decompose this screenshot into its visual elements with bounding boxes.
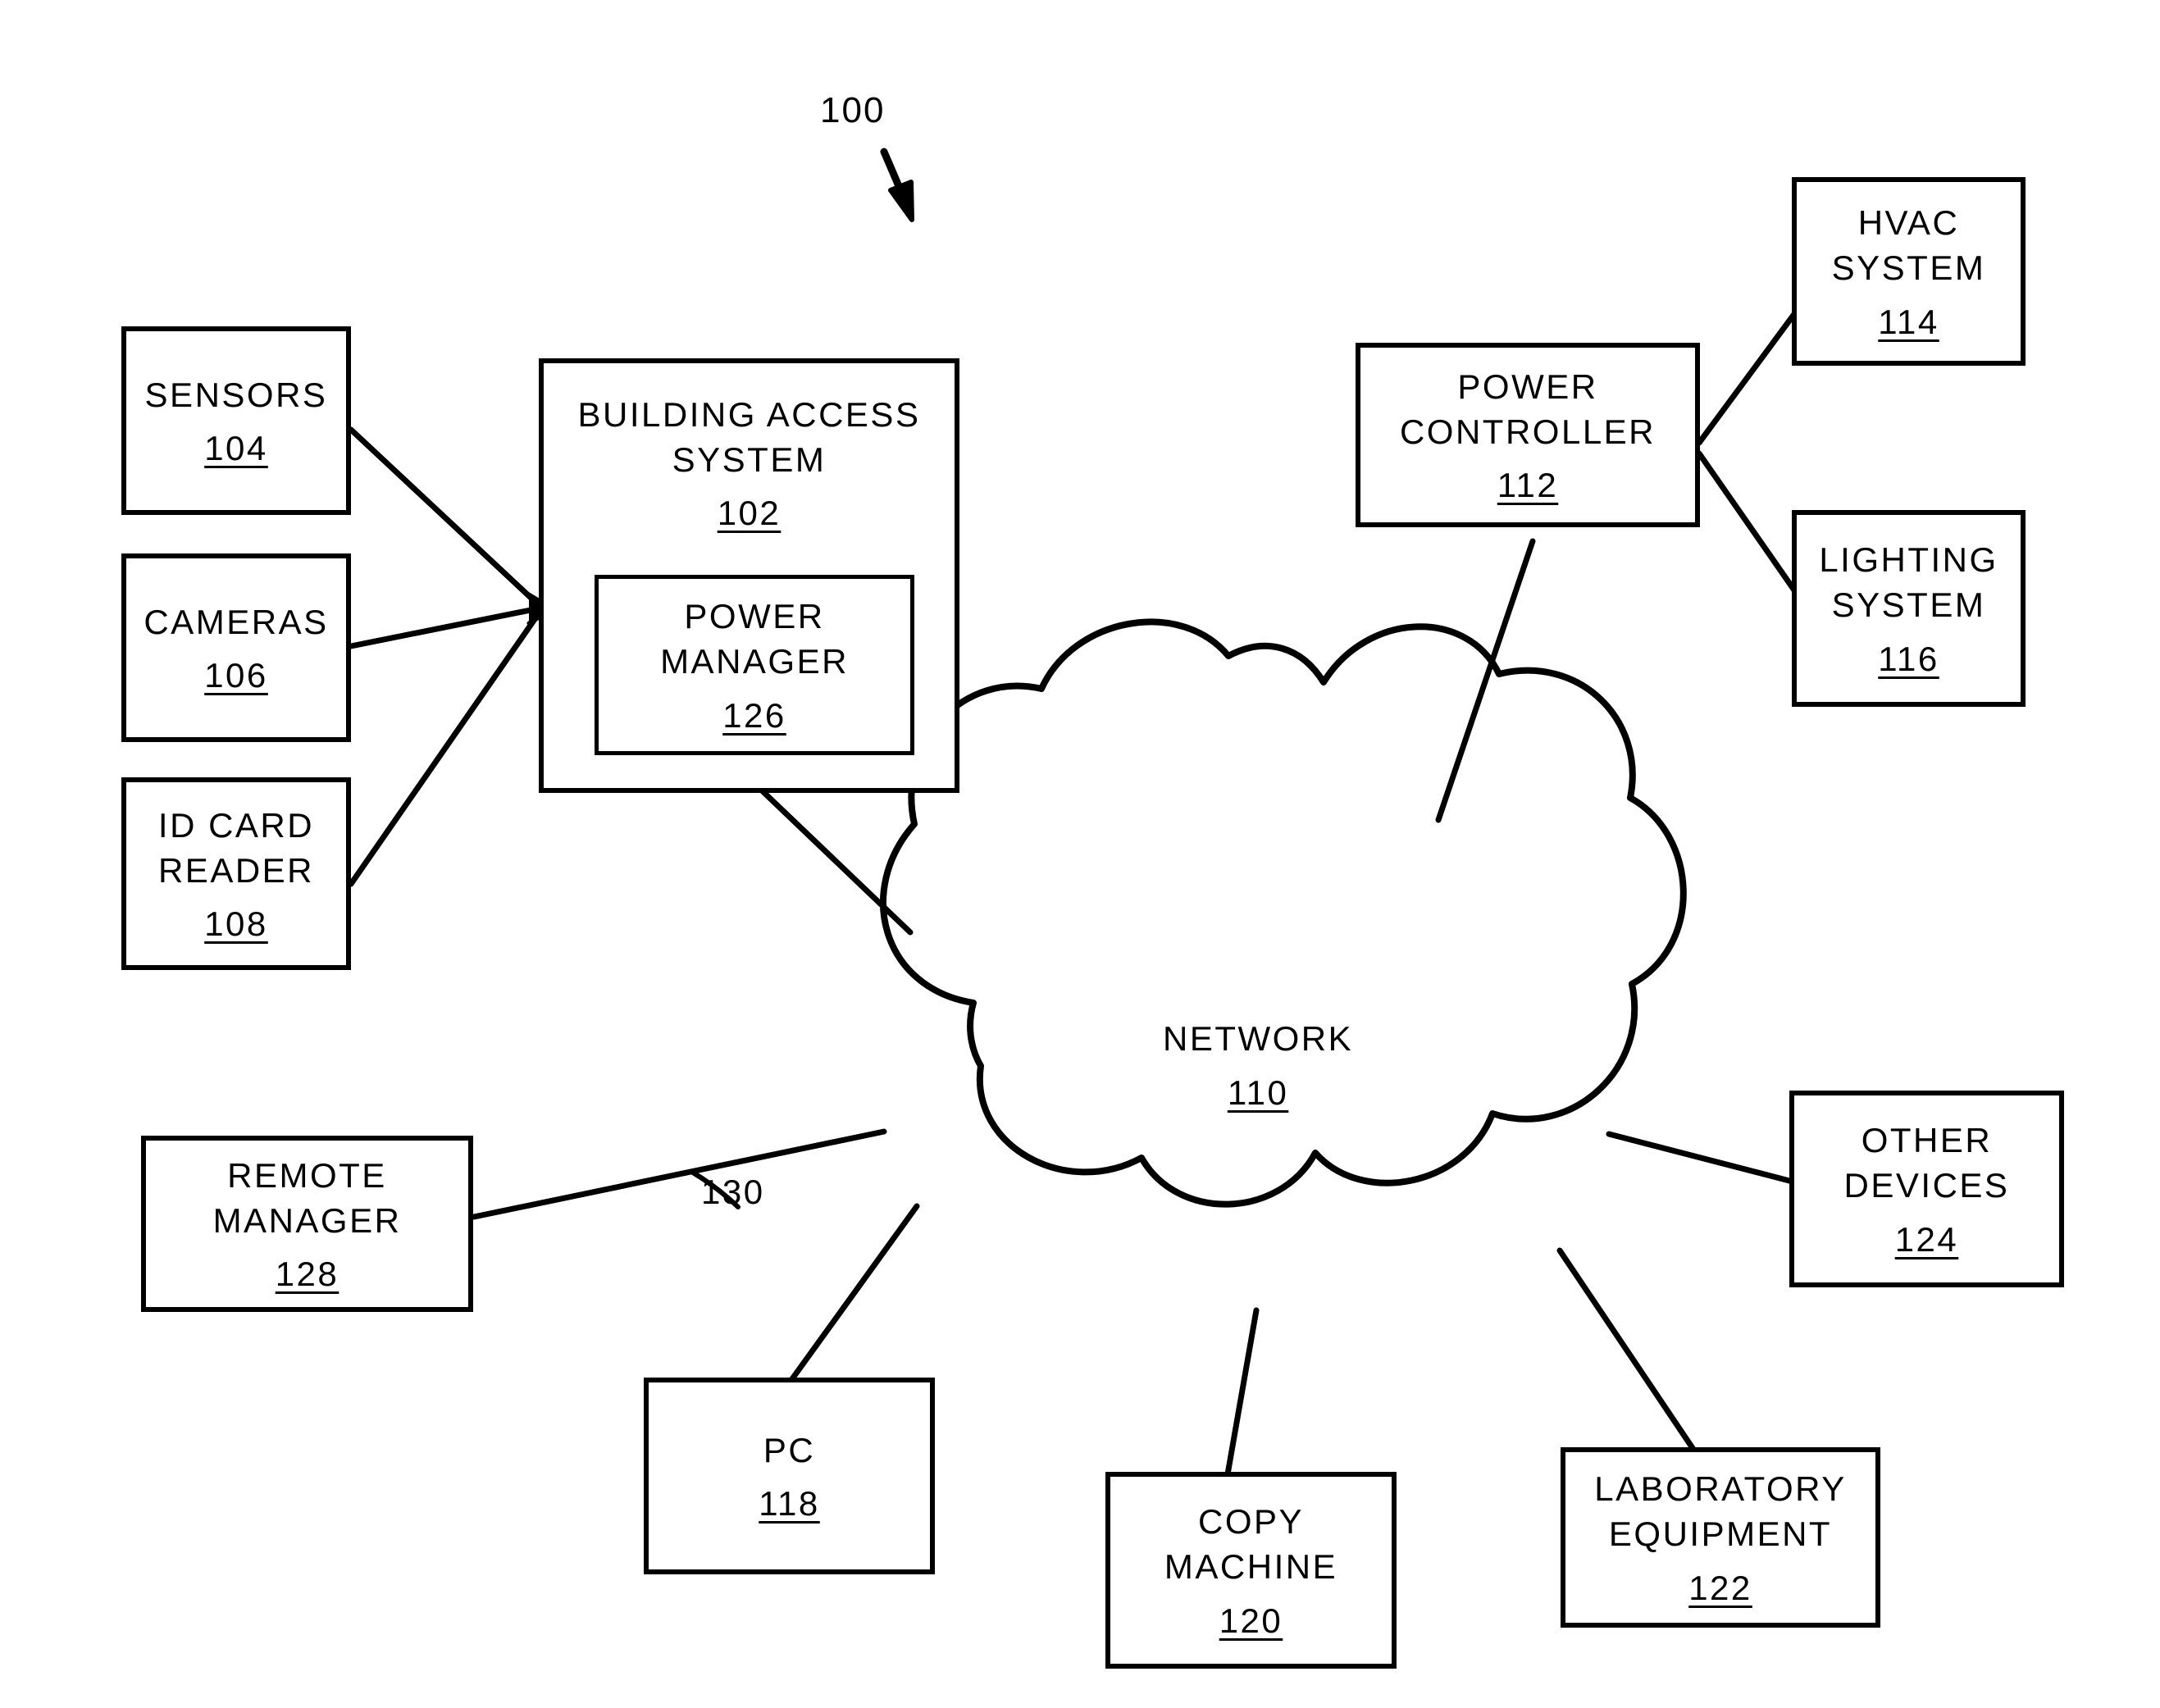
node-power-controller[interactable]: POWER CONTROLLER 112	[1356, 343, 1700, 527]
node-laboratory-equipment-title: LABORATORY EQUIPMENT	[1594, 1469, 1847, 1553]
node-hvac-system[interactable]: HVAC SYSTEM 114	[1792, 177, 2026, 366]
node-power-controller-title: POWER CONTROLLER	[1399, 367, 1656, 451]
edge-copy-network	[1224, 1307, 1260, 1478]
edge-lab-network	[1556, 1247, 1699, 1456]
node-laboratory-equipment[interactable]: LABORATORY EQUIPMENT 122	[1561, 1447, 1880, 1628]
figure-arrow-icon	[880, 148, 914, 222]
node-remote-manager-ref: 128	[275, 1255, 339, 1294]
node-copy-machine-ref: 120	[1219, 1601, 1283, 1640]
node-power-manager[interactable]: POWER MANAGER 126	[595, 575, 914, 755]
node-cameras-ref: 106	[204, 656, 268, 695]
node-lighting-system[interactable]: LIGHTING SYSTEM 116	[1792, 510, 2026, 707]
node-other-devices-ref: 124	[1894, 1219, 1959, 1259]
node-building-access-system-ref: 102	[717, 494, 782, 533]
node-remote-manager[interactable]: REMOTE MANAGER 128	[141, 1136, 473, 1312]
node-sensors-ref: 104	[204, 429, 268, 468]
node-power-controller-ref: 112	[1497, 466, 1559, 505]
node-building-access-system-title: BUILDING ACCESS SYSTEM	[577, 395, 921, 479]
node-other-devices[interactable]: OTHER DEVICES 124	[1789, 1091, 2064, 1287]
node-building-access-system[interactable]: BUILDING ACCESS SYSTEM 102 POWER MANAGER…	[539, 358, 959, 793]
network-cloud-outline	[880, 618, 1687, 1208]
node-hvac-system-ref: 114	[1878, 302, 1939, 341]
node-other-devices-title: OTHER DEVICES	[1843, 1121, 2010, 1205]
node-pc[interactable]: PC 118	[644, 1378, 935, 1574]
edge-pc-network	[788, 1203, 920, 1383]
node-laboratory-equipment-ref: 122	[1688, 1568, 1752, 1607]
node-power-manager-ref: 126	[722, 695, 786, 735]
edge-powerctrl-network	[1435, 538, 1536, 823]
edge-inputs-to-bas	[348, 426, 556, 887]
edge-other-network	[1606, 1131, 1793, 1184]
node-id-card-reader-ref: 108	[204, 904, 268, 944]
node-remote-manager-title: REMOTE MANAGER	[212, 1155, 402, 1240]
node-sensors-title: SENSORS	[144, 375, 328, 414]
patent-figure: 100 130 SENSORS 104 CAMERAS 106 ID CARD …	[0, 0, 2160, 1708]
node-copy-machine[interactable]: COPY MACHINE 120	[1105, 1472, 1397, 1669]
node-sensors[interactable]: SENSORS 104	[121, 326, 351, 515]
node-hvac-system-title: HVAC SYSTEM	[1831, 203, 1986, 287]
node-pc-ref: 118	[759, 1484, 820, 1524]
node-power-manager-title: POWER MANAGER	[660, 597, 849, 681]
node-cameras-title: CAMERAS	[144, 602, 329, 641]
node-lighting-system-ref: 116	[1878, 639, 1939, 678]
node-copy-machine-title: COPY MACHINE	[1164, 1502, 1338, 1586]
node-pc-title: PC	[763, 1430, 816, 1469]
callout-130: 130	[701, 1173, 765, 1211]
node-id-card-reader[interactable]: ID CARD READER 108	[121, 777, 351, 970]
edge-remote-network	[471, 1128, 887, 1220]
figure-number: 100	[820, 90, 886, 130]
node-lighting-system-title: LIGHTING SYSTEM	[1819, 540, 1998, 624]
node-id-card-reader-title: ID CARD READER	[157, 805, 315, 890]
node-cameras[interactable]: CAMERAS 106	[121, 553, 351, 742]
